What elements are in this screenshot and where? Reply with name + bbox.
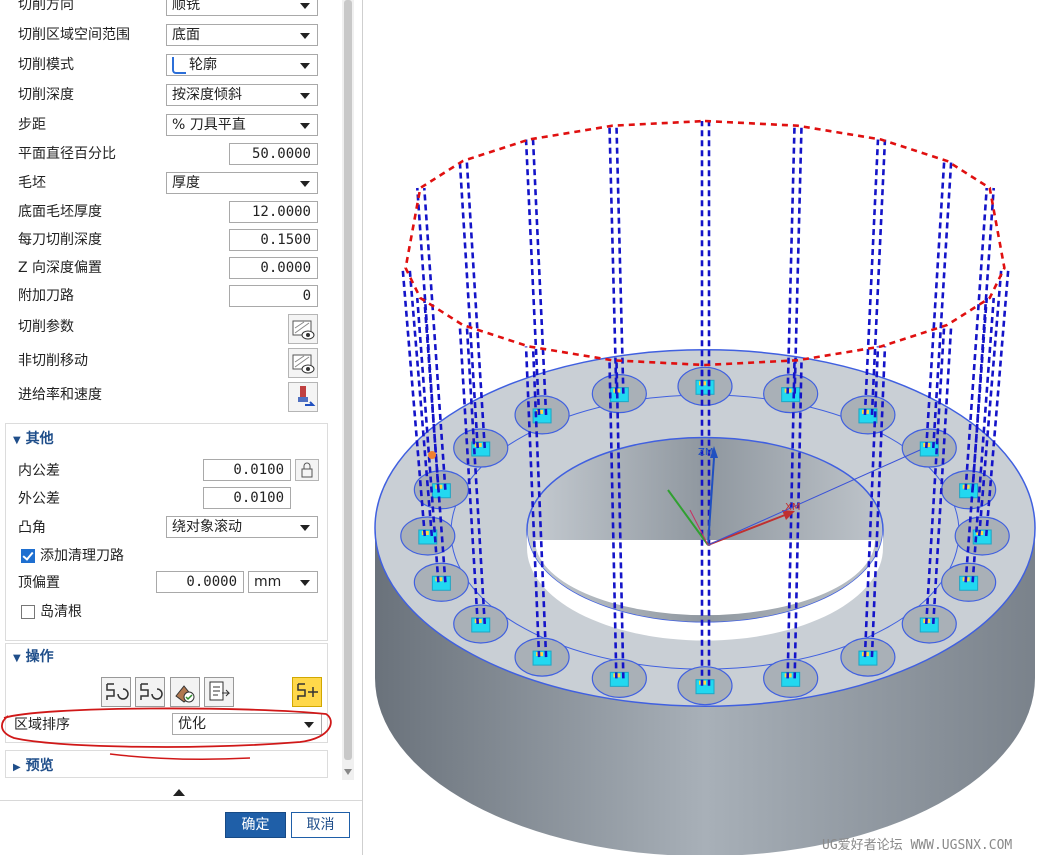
param-dropdown[interactable]: 轮廓 [166, 54, 318, 76]
inner-tolerance-input[interactable]: 0.0100 [203, 459, 291, 481]
retract-path [793, 125, 803, 394]
convex-corner-dropdown[interactable]: 绕对象滚动 [166, 516, 318, 538]
top-offset-unit-dropdown[interactable]: mm [248, 571, 318, 593]
feeds-speeds-icon[interactable] [288, 382, 318, 412]
param-input[interactable]: 0 [229, 285, 318, 307]
param-dropdown[interactable]: 厚度 [166, 172, 318, 194]
param-label: 平面直径百分比 [18, 146, 116, 162]
param-label: 步距 [18, 117, 46, 133]
plunge-path [786, 125, 796, 394]
param-dropdown[interactable]: 顺铣 [166, 0, 318, 16]
param-label: 切削区域空间范围 [18, 27, 130, 43]
graphics-viewport[interactable]: ZM XM [363, 0, 1037, 855]
param-input[interactable]: 50.0000 [229, 143, 318, 165]
rapid-path [404, 119, 1006, 367]
other-section-header[interactable]: ▼ 其他 [13, 428, 54, 448]
dialog-label: 切削参数 [18, 319, 74, 335]
verify-toolpath-icon[interactable] [170, 677, 200, 707]
non-cut-moves-icon[interactable] [288, 348, 318, 378]
replay-toolpath-icon[interactable] [135, 677, 165, 707]
param-label: 切削方向 [18, 0, 74, 13]
param-label: 毛坯 [18, 175, 46, 191]
add-cleanup-label: 添加清理刀路 [40, 548, 124, 564]
preview-section-header[interactable]: ▶ 预览 [13, 755, 54, 775]
list-toolpath-icon[interactable] [204, 677, 234, 707]
param-label: 切削模式 [18, 57, 74, 73]
plunge-path [608, 125, 618, 394]
xm-axis-label: XM [785, 502, 800, 513]
ok-button[interactable]: 确定 [225, 812, 286, 838]
param-label: 底面毛坯厚度 [18, 204, 102, 220]
dialog-label: 进给率和速度 [18, 387, 102, 403]
region-sequence-icon[interactable] [292, 677, 322, 707]
zm-axis-label: ZM [698, 447, 713, 458]
operation-section-header[interactable]: ▼ 操作 [13, 646, 54, 666]
param-dropdown[interactable]: 底面 [166, 24, 318, 46]
convex-corner-label: 凸角 [18, 520, 46, 536]
retract-path [615, 125, 625, 394]
param-dropdown[interactable]: % 刀具平直 [166, 114, 318, 136]
collapse-arrow-icon[interactable] [173, 789, 185, 796]
param-input[interactable]: 0.0000 [229, 257, 318, 279]
generate-toolpath-icon[interactable] [101, 677, 131, 707]
watermark: UG爱好者论坛 WWW.UGSNX.COM [822, 838, 1013, 853]
inner-tolerance-label: 内公差 [18, 463, 60, 479]
divider [0, 800, 362, 801]
cut-params-icon[interactable] [288, 314, 318, 344]
cancel-button[interactable]: 取消 [291, 812, 350, 838]
param-label: 附加刀路 [18, 288, 74, 304]
param-label: 每刀切削深度 [18, 232, 102, 248]
outer-tolerance-label: 外公差 [18, 491, 60, 507]
lock-icon[interactable] [295, 459, 319, 481]
add-cleanup-checkbox[interactable] [21, 549, 35, 563]
top-offset-input[interactable]: 0.0000 [156, 571, 244, 593]
island-cleanup-checkbox[interactable] [21, 605, 35, 619]
ring-part[interactable] [374, 349, 1036, 855]
param-dropdown[interactable]: 按深度倾斜 [166, 84, 318, 106]
param-label: Z 向深度偏置 [18, 260, 103, 276]
operation-dialog: 切削方向 顺铣切削区域空间范围 底面切削模式 轮廓切削深度 按深度倾斜步距 % 刀具平直平… [0, 0, 363, 855]
scrollbar-thumb[interactable] [344, 0, 352, 760]
param-dropdown-text: 轮廓 [189, 57, 217, 73]
param-input[interactable]: 12.0000 [229, 201, 318, 223]
param-label: 切削深度 [18, 87, 74, 103]
profile-pattern-icon [172, 57, 186, 74]
scroll-down-icon[interactable] [344, 769, 352, 775]
island-cleanup-label: 岛清根 [40, 604, 82, 620]
dialog-label: 非切削移动 [18, 353, 88, 369]
top-offset-label: 顶偏置 [18, 575, 60, 591]
outer-tolerance-input[interactable]: 0.0100 [203, 487, 291, 509]
param-input[interactable]: 0.1500 [229, 229, 318, 251]
